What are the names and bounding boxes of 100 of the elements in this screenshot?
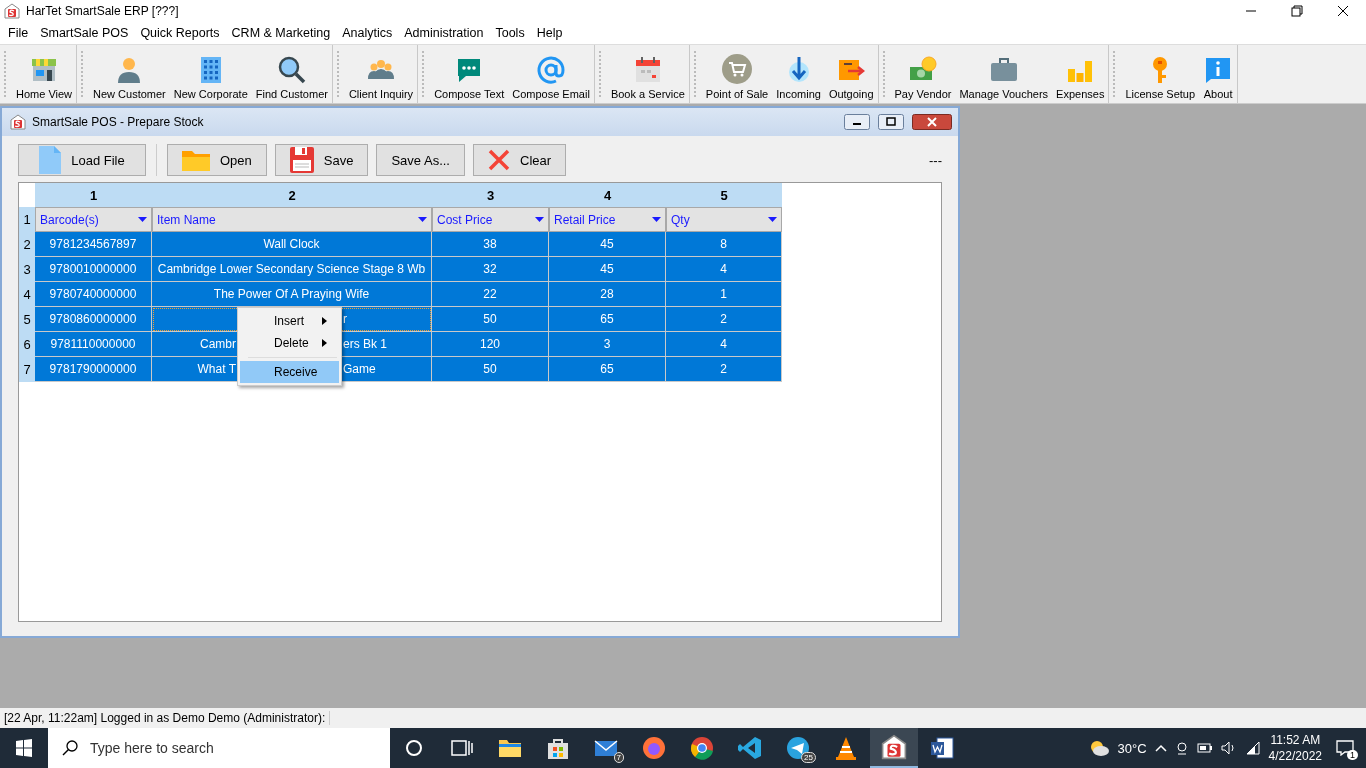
dropdown-icon[interactable] (418, 217, 427, 222)
column-number: 5 (666, 183, 782, 207)
search-icon (62, 740, 78, 756)
minimize-icon[interactable] (844, 114, 870, 130)
table-cell: 9781234567897 (35, 232, 152, 257)
battery-icon[interactable] (1196, 742, 1213, 754)
wifi-icon[interactable] (1244, 741, 1261, 755)
webcam-icon[interactable] (1174, 741, 1189, 755)
file-icon (39, 146, 62, 174)
row-number: 1 (19, 207, 35, 232)
app-logo-icon (4, 3, 20, 19)
toolbar-button[interactable]: Clear (473, 144, 567, 176)
menu-item[interactable]: Tools (489, 26, 531, 40)
taskbar-app[interactable] (870, 728, 918, 768)
search-icon (276, 55, 307, 85)
row-number: 7 (19, 357, 35, 382)
chevron-up-icon[interactable] (1154, 744, 1167, 752)
dropdown-icon[interactable] (768, 217, 777, 222)
temperature: 30°C (1117, 740, 1147, 756)
submenu-arrow-icon (322, 339, 327, 347)
table-cell: 4 (666, 332, 782, 357)
badge: 7 (613, 752, 624, 763)
toolbar-button[interactable]: Save As... (376, 144, 465, 176)
table-cell: 9780860000000 (35, 307, 152, 332)
toolbar-button[interactable]: Home View (12, 45, 77, 103)
notification-icon (1336, 740, 1354, 756)
menu-item[interactable]: Help (530, 26, 569, 40)
table-cell: 50 (432, 307, 549, 332)
table-cell: 65 (549, 307, 666, 332)
column-number: 2 (152, 183, 432, 207)
table-cell: 50 (432, 357, 549, 382)
table-cell: Wall Clock (152, 232, 432, 257)
toolbar-button[interactable]: Pay Vendor (890, 45, 956, 103)
toolbar-button[interactable]: Client Inquiry (344, 45, 418, 103)
restore-icon[interactable] (878, 114, 904, 130)
table-cell: 8 (666, 232, 782, 257)
toolbar-button[interactable]: Expenses (1052, 45, 1109, 103)
row-number: 2 (19, 232, 35, 257)
badge: 1 (1347, 750, 1358, 760)
table-cell: Cambridge Lower Secondary Science Stage 8 Wb (152, 257, 432, 282)
window-title: HarTet SmartSale ERP [???] (26, 4, 180, 18)
table-cell: 9780010000000 (35, 257, 152, 282)
toolbar-button[interactable]: Load File (18, 144, 146, 176)
row-number: 4 (19, 282, 35, 307)
table-cell: 9781790000000 (35, 357, 152, 382)
taskbar-app[interactable]: 25 (774, 728, 822, 768)
column-header[interactable]: Cost Price (432, 207, 549, 232)
table-cell: 28 (549, 282, 666, 307)
badge: 25 (801, 752, 816, 763)
table-cell: 2 (666, 357, 782, 382)
toolbar-button[interactable]: Compose Text (430, 45, 509, 103)
row-number: 3 (19, 257, 35, 282)
row-number: 5 (19, 307, 35, 332)
menu-item[interactable]: Analytics (336, 26, 399, 40)
menu-item[interactable]: Insert (240, 310, 339, 332)
toolbar-button[interactable]: Point of Sale (701, 45, 773, 103)
column-number: 1 (35, 183, 152, 207)
table-cell: 120 (432, 332, 549, 357)
toolbar-button[interactable]: Find Customer (251, 45, 332, 103)
submenu-arrow-icon (322, 317, 327, 325)
toolbar-button[interactable]: Open (167, 144, 267, 176)
dropdown-icon[interactable] (138, 217, 147, 222)
menu-item[interactable]: CRM & Marketing (225, 26, 337, 40)
notification-button[interactable]: 1 (1330, 733, 1360, 763)
speaker-icon[interactable] (1220, 741, 1237, 755)
table-cell: 2 (666, 307, 782, 332)
paper-plane-icon (785, 735, 811, 761)
toolbar-button[interactable]: Save (274, 144, 369, 176)
menu-item[interactable]: File (2, 26, 35, 40)
column-header[interactable]: Barcode(s) (35, 207, 152, 232)
toolbar-button[interactable]: About (1199, 45, 1238, 103)
toolbar-button[interactable]: New Customer (89, 45, 170, 103)
toolbar-button[interactable]: Book a Service (606, 45, 689, 103)
search-field[interactable]: Type here to search (48, 728, 390, 768)
app-logo-icon (10, 114, 26, 130)
column-number: 4 (549, 183, 666, 207)
menu-item[interactable]: Delete (240, 332, 339, 354)
toolbar-button[interactable]: Outgoing (824, 45, 878, 103)
close-icon[interactable] (912, 114, 952, 130)
toolbar-button[interactable]: License Setup (1121, 45, 1200, 103)
toolbar-button[interactable]: Compose Email (508, 45, 594, 103)
taskbar-app[interactable]: 7 (582, 728, 630, 768)
toolbar-button[interactable]: Incoming (772, 45, 825, 103)
menu-item[interactable]: Quick Reports (134, 26, 226, 40)
app-logo-icon (881, 734, 907, 760)
column-header[interactable]: Qty (666, 207, 782, 232)
menu-item[interactable]: SmartSale POS (34, 26, 135, 40)
toolbar-button[interactable]: New Corporate (169, 45, 252, 103)
menu-item[interactable]: Administration (398, 26, 490, 40)
column-header[interactable]: Item Name (152, 207, 432, 232)
cart-icon (721, 53, 754, 85)
toolbar-button[interactable]: Manage Vouchers (955, 45, 1053, 103)
table-cell: 45 (549, 257, 666, 282)
dropdown-icon[interactable] (652, 217, 661, 222)
table-cell: The Power Of A Praying Wife (152, 282, 432, 307)
table-cell: 9781110000000 (35, 332, 152, 357)
dropdown-icon[interactable] (535, 217, 544, 222)
menu-item[interactable]: Receive (240, 361, 339, 383)
clock[interactable]: 11:52 AM 4/22/2022 (1268, 732, 1322, 764)
column-header[interactable]: Retail Price (549, 207, 666, 232)
